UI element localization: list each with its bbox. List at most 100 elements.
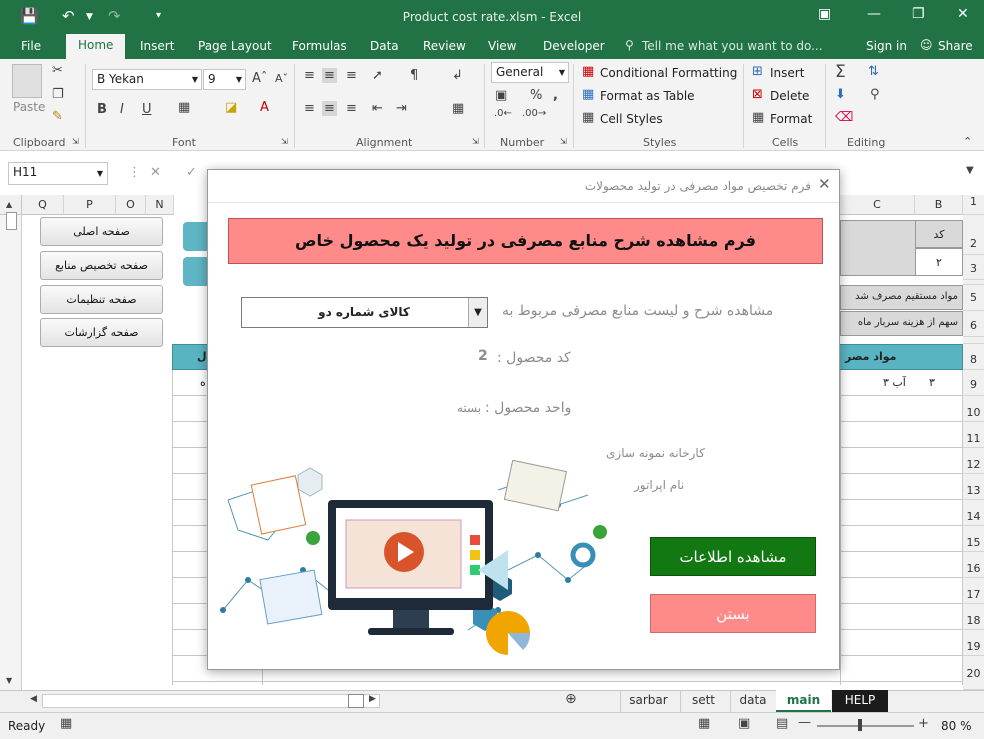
format-painter-icon[interactable]: ✎ [52,109,63,124]
format-cells-button[interactable]: Format [770,112,812,126]
row-header[interactable]: 3 [963,255,984,280]
italic-icon[interactable]: I [120,102,124,117]
scroll-down-icon[interactable]: ▼ [6,676,12,685]
row-header[interactable]: 15 [963,526,984,552]
rtl-direction-icon[interactable]: ¶ [410,68,418,83]
conditional-formatting-button[interactable]: Conditional Formatting [600,66,737,80]
scroll-up-icon[interactable]: ▲ [6,200,12,209]
sheet-tab-sarbar[interactable]: sarbar [620,690,676,712]
zoom-slider-thumb[interactable] [858,719,862,731]
tab-data[interactable]: Data [370,39,399,53]
font-name-box[interactable]: B Yekan ▼ [92,69,202,90]
cut-icon[interactable]: ✂ [52,63,63,78]
view-information-button[interactable]: مشاهده اطلاعات [650,537,816,576]
align-center-icon[interactable]: ≡ [322,101,337,116]
sheet-tab-data[interactable]: data [730,690,775,712]
increase-indent-icon[interactable]: ⇥ [396,101,407,116]
materials-header-cell[interactable]: مواد مصر [845,350,896,363]
row-header[interactable]: 8 [963,344,984,370]
share-button[interactable]: Share [938,39,973,53]
merge-center-icon[interactable]: ▦ [452,101,464,116]
horizontal-scroll-thumb[interactable] [348,694,364,708]
row-header[interactable]: 16 [963,552,984,578]
zoom-in-icon[interactable]: + [918,716,929,731]
grow-font-icon[interactable]: Aˆ [252,71,267,86]
cancel-entry-icon[interactable]: ✕ [150,165,161,180]
row-header[interactable]: 19 [963,630,984,656]
comma-style-icon[interactable]: , [553,88,558,103]
tab-file[interactable]: File [21,39,41,53]
font-launcher-icon[interactable]: ⇲ [281,137,288,146]
tab-page-layout[interactable]: Page Layout [198,39,272,53]
ribbon-display-options-icon[interactable]: ▣ [818,6,831,22]
dialog-close-icon[interactable]: ✕ [818,175,831,193]
close-window-icon[interactable]: ✕ [957,6,969,22]
new-sheet-icon[interactable]: ⊕ [565,691,577,707]
percent-style-icon[interactable]: % [530,88,542,103]
horizontal-scrollbar[interactable] [42,694,380,708]
alignment-launcher-icon[interactable]: ⇲ [472,137,479,146]
format-as-table-button[interactable]: Format as Table [600,89,695,103]
row9-number-cell[interactable]: ۳ [929,376,935,389]
col-header[interactable]: P [64,195,116,215]
paste-button[interactable]: Paste [13,100,45,114]
decrease-indent-icon[interactable]: ⇤ [372,101,383,116]
tab-scroll-right-icon[interactable]: ▶ [369,694,376,704]
confirm-entry-icon[interactable]: ✓ [186,165,197,180]
page-break-view-icon[interactable]: ▤ [776,716,788,731]
zoom-slider[interactable] [817,725,914,727]
tab-formulas[interactable]: Formulas [292,39,347,53]
row-header[interactable]: 9 [963,370,984,396]
tab-home[interactable]: Home [66,34,126,60]
row-header[interactable]: 1 [963,195,984,215]
number-launcher-icon[interactable]: ⇲ [560,137,567,146]
font-color-icon[interactable]: A [260,100,269,115]
macro-record-icon[interactable]: ▦ [60,716,72,731]
orientation-icon[interactable]: ➚ [372,68,383,83]
collapse-ribbon-icon[interactable]: ⌃ [963,135,972,148]
row9-name-cell[interactable]: آب ۳ [883,376,906,389]
page-layout-view-icon[interactable]: ▣ [738,716,750,731]
cell-styles-button[interactable]: Cell Styles [600,112,663,126]
align-bottom-icon[interactable]: ≡ [346,68,357,83]
find-select-icon[interactable]: ⚲ [870,87,880,102]
tab-view[interactable]: View [488,39,516,53]
resource-allocation-page-button[interactable]: صفحه تخصیص منابع [40,251,163,280]
bold-icon[interactable]: B [97,102,107,117]
tab-developer[interactable]: Developer [543,39,605,53]
product-select-dropdown-icon[interactable]: ▼ [468,298,487,327]
name-box[interactable]: H11 ▼ [8,162,108,185]
code-label-cell[interactable]: کد [915,220,963,248]
overhead-share-cell[interactable]: سهم از هزینه سربار ماه [840,311,963,336]
minimize-icon[interactable]: — [867,6,881,22]
row-header[interactable]: 5 [963,285,984,311]
code-value-cell[interactable]: ۲ [915,248,963,276]
expand-formula-bar-icon[interactable]: ▼ [966,165,974,176]
row-header[interactable]: 11 [963,422,984,448]
row-header[interactable]: 18 [963,604,984,630]
tab-scroll-left-icon[interactable]: ◀ [30,694,37,704]
settings-page-button[interactable]: صفحه تنظیمات [40,285,163,314]
row-header[interactable]: 14 [963,500,984,526]
product-select[interactable]: کالای شماره دو ▼ [241,297,488,328]
row-header[interactable]: 10 [963,396,984,422]
tab-insert[interactable]: Insert [140,39,174,53]
borders-icon[interactable]: ▦ [178,100,190,115]
sort-filter-icon[interactable]: ⇅ [868,64,879,79]
tell-me-box[interactable]: Tell me what you want to do... [642,39,823,53]
fill-color-icon[interactable]: ◪ [225,100,237,115]
delete-cells-button[interactable]: Delete [770,89,809,103]
zoom-level[interactable]: 80 % [941,719,972,733]
row-header[interactable]: 20 [963,656,984,690]
fill-icon[interactable]: ⬇ [835,87,846,102]
normal-view-icon[interactable]: ▦ [698,716,710,731]
sheet-tab-sett[interactable]: sett [680,690,726,712]
shrink-font-icon[interactable]: Aˇ [275,72,288,85]
tab-review[interactable]: Review [423,39,466,53]
clear-icon[interactable]: ⌫ [835,110,853,125]
insert-cells-button[interactable]: Insert [770,66,804,80]
accounting-format-icon[interactable]: ▣ [495,88,507,103]
align-left-icon[interactable]: ≡ [304,101,315,116]
row-header[interactable]: 17 [963,578,984,604]
scroll-thumb[interactable] [6,212,17,230]
